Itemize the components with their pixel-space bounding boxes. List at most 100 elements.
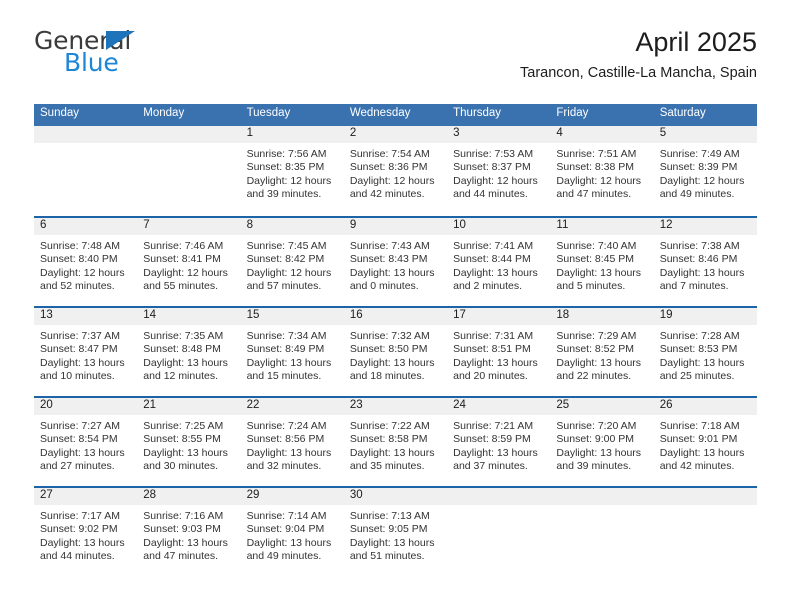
daylight-text-line2: and 30 minutes.	[143, 459, 218, 472]
day-details: Sunrise: 7:14 AM Sunset: 9:04 PM Daylight:…	[241, 505, 344, 563]
calendar-day-cell[interactable]: 1 Sunrise: 7:56 AM Sunset: 8:35 PM Daylight…	[240, 126, 344, 216]
daylight-text-line1: Daylight: 12 hours	[246, 174, 332, 187]
daylight-text-line1: Daylight: 13 hours	[556, 446, 642, 459]
calendar-day-cell[interactable]: 18 Sunrise: 7:29 AM Sunset: 8:52 PM Dayligh…	[550, 308, 654, 396]
day-number: 1	[240, 126, 344, 143]
calendar-day-cell[interactable]: 4 Sunrise: 7:51 AM Sunset: 8:38 PM Daylight…	[550, 126, 654, 216]
sunrise-text: Sunrise: 7:28 AM	[659, 330, 740, 342]
day-number: 9	[343, 218, 448, 235]
daylight-text-line1: Daylight: 13 hours	[40, 356, 125, 369]
day-details: Sunrise: 7:20 AM Sunset: 9:00 PM Daylight:…	[550, 415, 653, 473]
daylight-text-line1: Daylight: 13 hours	[246, 536, 332, 549]
day-details: Sunrise: 7:28 AM Sunset: 8:53 PM Daylight:…	[654, 325, 757, 383]
daylight-text-line1: Daylight: 13 hours	[349, 356, 435, 369]
day-details: Sunrise: 7:34 AM Sunset: 8:49 PM Daylight:…	[241, 325, 344, 383]
day-number	[550, 488, 654, 505]
day-details: Sunrise: 7:56 AM Sunset: 8:35 PM Daylight:…	[241, 143, 344, 201]
sunrise-text: Sunrise: 7:20 AM	[556, 420, 637, 432]
calendar-day-cell[interactable]: 30 Sunrise: 7:13 AM Sunset: 9:05 PM Dayligh…	[343, 488, 448, 576]
sunrise-text: Sunrise: 7:16 AM	[143, 510, 224, 522]
sunset-text: Sunset: 8:41 PM	[143, 253, 221, 266]
day-number: 23	[343, 398, 448, 415]
sunrise-text: Sunrise: 7:18 AM	[659, 420, 740, 432]
general-blue-logo[interactable]: General Blue	[34, 28, 274, 84]
sunset-text: Sunset: 9:04 PM	[246, 523, 325, 536]
daylight-text-line2: and 49 minutes.	[659, 187, 735, 200]
daylight-text-line1: Daylight: 12 hours	[246, 266, 332, 279]
daylight-text-line2: and 44 minutes.	[453, 187, 528, 200]
daylight-text-line2: and 39 minutes.	[246, 187, 322, 200]
sunrise-text: Sunrise: 7:29 AM	[556, 330, 637, 342]
day-number: 11	[550, 218, 654, 235]
daylight-text-line2: and 18 minutes.	[349, 369, 425, 382]
daylight-text-line2: and 42 minutes.	[659, 459, 735, 472]
day-details: Sunrise: 7:46 AM Sunset: 8:41 PM Daylight:…	[137, 235, 240, 293]
daylight-text-line1: Daylight: 13 hours	[246, 446, 332, 459]
calendar-day-cell[interactable]: 22 Sunrise: 7:24 AM Sunset: 8:56 PM Dayligh…	[240, 398, 344, 486]
daylight-text-line2: and 47 minutes.	[556, 187, 632, 200]
calendar-day-cell[interactable]: 17 Sunrise: 7:31 AM Sunset: 8:51 PM Dayligh…	[447, 308, 551, 396]
calendar-day-cell[interactable]: 13 Sunrise: 7:37 AM Sunset: 8:47 PM Dayligh…	[34, 308, 138, 396]
sunset-text: Sunset: 8:47 PM	[40, 343, 118, 356]
sunrise-text: Sunrise: 7:41 AM	[453, 240, 534, 252]
weekday-header-thursday: Thursday	[453, 107, 502, 119]
day-number: 24	[447, 398, 551, 415]
calendar-day-cell[interactable]: 19 Sunrise: 7:28 AM Sunset: 8:53 PM Dayligh…	[653, 308, 757, 396]
sunrise-text: Sunrise: 7:48 AM	[40, 240, 120, 252]
sunset-text: Sunset: 8:56 PM	[246, 433, 325, 446]
day-details: Sunrise: 7:35 AM Sunset: 8:48 PM Daylight:…	[137, 325, 240, 383]
calendar-day-cell[interactable]: 21 Sunrise: 7:25 AM Sunset: 8:55 PM Dayligh…	[137, 398, 241, 486]
calendar-day-cell[interactable]: 5 Sunrise: 7:49 AM Sunset: 8:39 PM Daylight…	[653, 126, 757, 216]
day-number: 18	[550, 308, 654, 325]
calendar-day-cell[interactable]: 28 Sunrise: 7:16 AM Sunset: 9:03 PM Dayligh…	[137, 488, 241, 576]
calendar-day-cell[interactable]: 24 Sunrise: 7:21 AM Sunset: 8:59 PM Dayligh…	[447, 398, 551, 486]
day-details: Sunrise: 7:31 AM Sunset: 8:51 PM Daylight:…	[447, 325, 550, 383]
daylight-text-line2: and 27 minutes.	[40, 459, 115, 472]
calendar-weeks: 1 Sunrise: 7:56 AM Sunset: 8:35 PM Daylight…	[34, 126, 757, 576]
day-details: Sunrise: 7:51 AM Sunset: 8:38 PM Daylight:…	[550, 143, 653, 201]
daylight-text-line1: Daylight: 12 hours	[349, 174, 435, 187]
calendar-day-cell[interactable]: 9 Sunrise: 7:43 AM Sunset: 8:43 PM Daylight…	[343, 218, 448, 306]
daylight-text-line1: Daylight: 13 hours	[659, 446, 745, 459]
daylight-text-line2: and 35 minutes.	[349, 459, 425, 472]
calendar-day-cell[interactable]: 20 Sunrise: 7:27 AM Sunset: 8:54 PM Dayligh…	[34, 398, 138, 486]
calendar-day-cell[interactable]: 12 Sunrise: 7:38 AM Sunset: 8:46 PM Dayligh…	[653, 218, 757, 306]
calendar-day-cell[interactable]: 7 Sunrise: 7:46 AM Sunset: 8:41 PM Daylight…	[137, 218, 241, 306]
day-number: 14	[137, 308, 241, 325]
calendar-day-cell[interactable]: 29 Sunrise: 7:14 AM Sunset: 9:04 PM Dayligh…	[240, 488, 344, 576]
sunrise-text: Sunrise: 7:17 AM	[40, 510, 120, 522]
calendar-day-cell[interactable]: 14 Sunrise: 7:35 AM Sunset: 8:48 PM Dayligh…	[137, 308, 241, 396]
daylight-text-line2: and 0 minutes.	[349, 279, 419, 292]
daylight-text-line2: and 32 minutes.	[246, 459, 322, 472]
sunset-text: Sunset: 8:37 PM	[453, 161, 531, 174]
calendar-week-row: 1 Sunrise: 7:56 AM Sunset: 8:35 PM Daylight…	[34, 126, 757, 216]
daylight-text-line1: Daylight: 13 hours	[659, 356, 745, 369]
calendar-day-cell-empty	[447, 488, 551, 576]
day-details: Sunrise: 7:25 AM Sunset: 8:55 PM Daylight:…	[137, 415, 240, 473]
day-details: Sunrise: 7:17 AM Sunset: 9:02 PM Daylight:…	[34, 505, 137, 563]
calendar-day-cell[interactable]: 25 Sunrise: 7:20 AM Sunset: 9:00 PM Dayligh…	[550, 398, 654, 486]
daylight-text-line2: and 44 minutes.	[40, 549, 115, 562]
daylight-text-line1: Daylight: 12 hours	[40, 266, 125, 279]
sunrise-text: Sunrise: 7:31 AM	[453, 330, 534, 342]
calendar-day-cell[interactable]: 10 Sunrise: 7:41 AM Sunset: 8:44 PM Dayligh…	[447, 218, 551, 306]
calendar-day-cell[interactable]: 8 Sunrise: 7:45 AM Sunset: 8:42 PM Daylight…	[240, 218, 344, 306]
calendar-day-cell[interactable]: 27 Sunrise: 7:17 AM Sunset: 9:02 PM Dayligh…	[34, 488, 138, 576]
sunrise-text: Sunrise: 7:14 AM	[246, 510, 327, 522]
sunrise-text: Sunrise: 7:27 AM	[40, 420, 120, 432]
daylight-text-line2: and 37 minutes.	[453, 459, 528, 472]
calendar-day-cell[interactable]: 3 Sunrise: 7:53 AM Sunset: 8:37 PM Daylight…	[447, 126, 551, 216]
sunrise-text: Sunrise: 7:34 AM	[246, 330, 327, 342]
calendar-day-cell[interactable]: 23 Sunrise: 7:22 AM Sunset: 8:58 PM Dayligh…	[343, 398, 448, 486]
calendar-day-cell[interactable]: 16 Sunrise: 7:32 AM Sunset: 8:50 PM Dayligh…	[343, 308, 448, 396]
calendar-day-cell[interactable]: 15 Sunrise: 7:34 AM Sunset: 8:49 PM Dayligh…	[240, 308, 344, 396]
day-number: 28	[137, 488, 241, 505]
calendar-day-cell[interactable]: 11 Sunrise: 7:40 AM Sunset: 8:45 PM Dayligh…	[550, 218, 654, 306]
sunrise-text: Sunrise: 7:49 AM	[659, 148, 740, 160]
weekday-header-row: Sunday Monday Tuesday Wednesday Thursday Frid…	[34, 104, 757, 126]
calendar-day-cell[interactable]: 26 Sunrise: 7:18 AM Sunset: 9:01 PM Dayligh…	[653, 398, 757, 486]
day-details: Sunrise: 7:45 AM Sunset: 8:42 PM Daylight:…	[241, 235, 344, 293]
calendar-day-cell[interactable]: 2 Sunrise: 7:54 AM Sunset: 8:36 PM Daylight…	[343, 126, 448, 216]
calendar-day-cell[interactable]: 6 Sunrise: 7:48 AM Sunset: 8:40 PM Daylight…	[34, 218, 138, 306]
daylight-text-line1: Daylight: 13 hours	[349, 446, 435, 459]
